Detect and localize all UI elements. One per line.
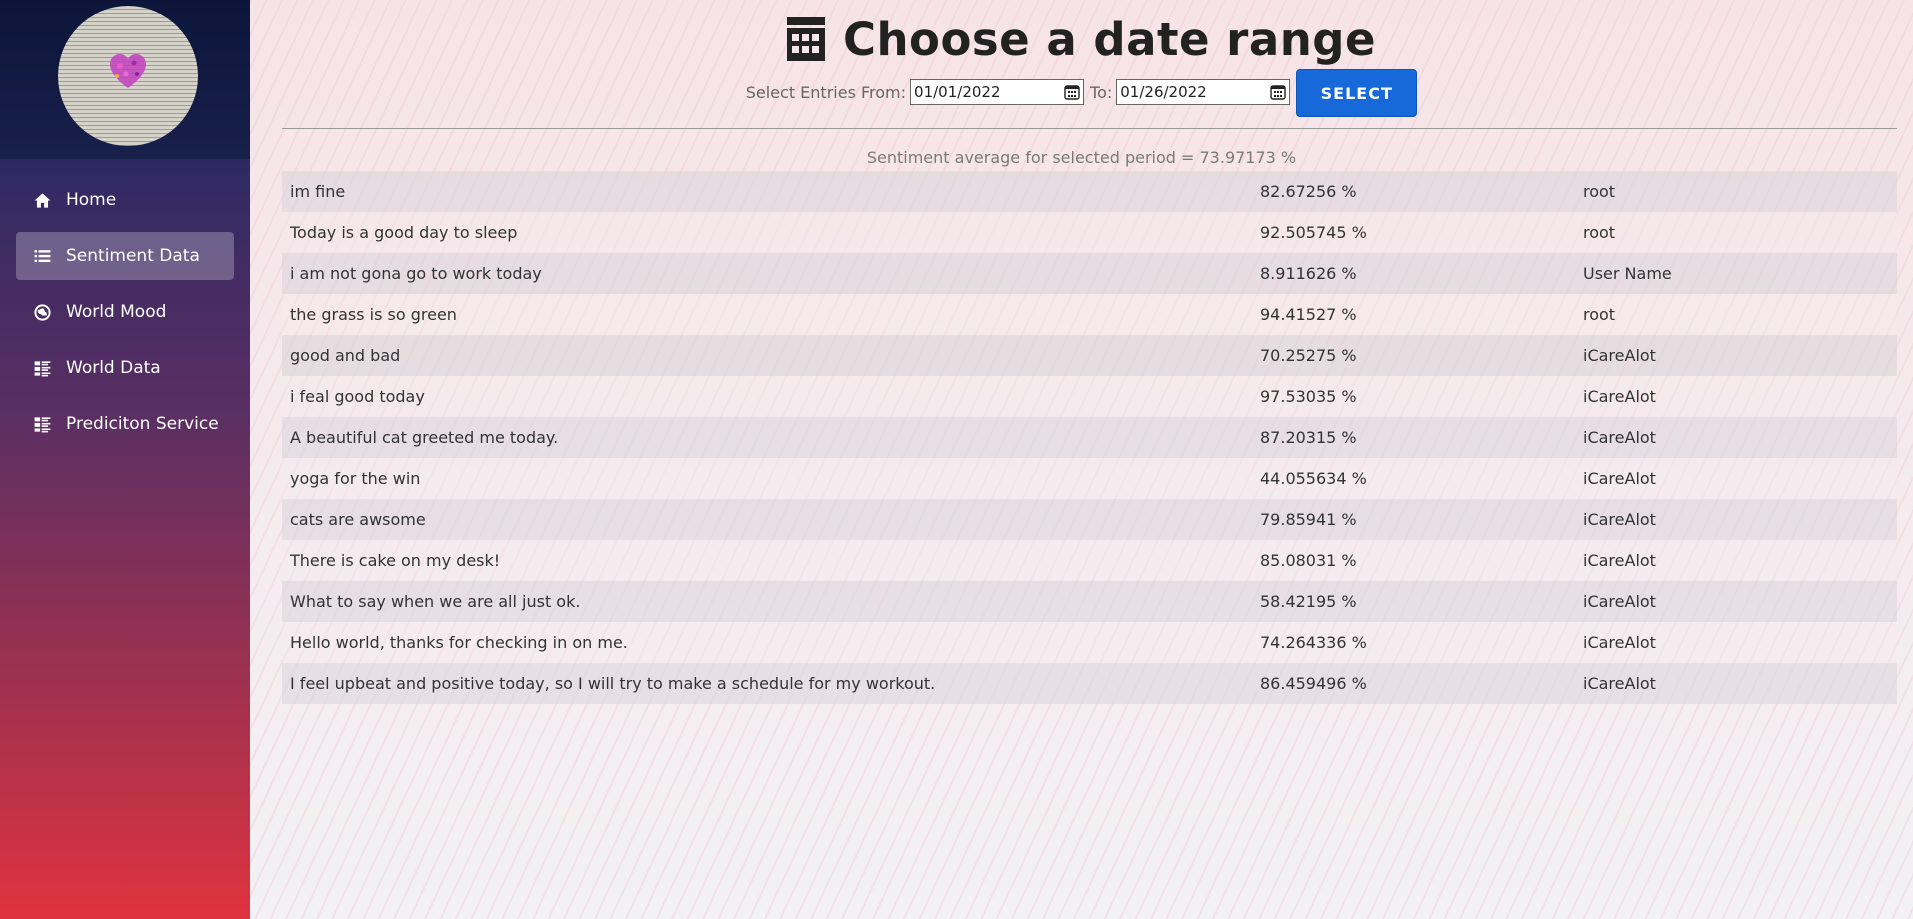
from-date-input[interactable]: 01/01/2022 bbox=[910, 79, 1085, 105]
sentiment-table: im fine 82.67256 % root Today is a good day… bbox=[282, 171, 1897, 704]
heart-icon bbox=[110, 54, 146, 88]
sentiment-score-cell: 85.08031 % bbox=[1260, 551, 1357, 570]
table-row: Today is a good day to sleep 92.505745 % r… bbox=[282, 212, 1897, 253]
sentiment-text-cell: Hello world, thanks for checking in on m… bbox=[290, 633, 628, 652]
header: Choose a date range bbox=[250, 8, 1913, 70]
date-picker-icon[interactable] bbox=[1270, 84, 1286, 100]
table-row: yoga for the win 44.055634 % iCareAlot bbox=[282, 458, 1897, 499]
sidebar-item-label: World Mood bbox=[66, 302, 167, 322]
sentiment-score-cell: 92.505745 % bbox=[1260, 223, 1367, 242]
to-label: To: bbox=[1090, 82, 1113, 102]
to-date-value: 01/26/2022 bbox=[1120, 83, 1207, 101]
user-cell: iCareAlot bbox=[1583, 469, 1656, 488]
grid-list-icon bbox=[32, 358, 52, 378]
sidebar-item-label: Sentiment Data bbox=[66, 246, 200, 266]
sidebar-item-prediction-service[interactable]: Prediciton Service bbox=[16, 400, 234, 448]
list-icon bbox=[32, 246, 52, 266]
sentiment-score-cell: 97.53035 % bbox=[1260, 387, 1357, 406]
sentiment-score-cell: 79.85941 % bbox=[1260, 510, 1357, 529]
table-row: cats are awsome 79.85941 % iCareAlot bbox=[282, 499, 1897, 540]
sentiment-score-cell: 87.20315 % bbox=[1260, 428, 1357, 447]
sidebar-item-world-data[interactable]: World Data bbox=[16, 344, 234, 392]
table-row: Hello world, thanks for checking in on m… bbox=[282, 622, 1897, 663]
table-row: im fine 82.67256 % root bbox=[282, 171, 1897, 212]
divider bbox=[282, 128, 1897, 129]
sentiment-text-cell: What to say when we are all just ok. bbox=[290, 592, 581, 611]
user-cell: iCareAlot bbox=[1583, 346, 1656, 365]
sidebar-item-world-mood[interactable]: World Mood bbox=[16, 288, 234, 336]
sentiment-text-cell: There is cake on my desk! bbox=[290, 551, 501, 570]
table-row: i am not gona go to work today 8.911626 %… bbox=[282, 253, 1897, 294]
sentiment-text-cell: yoga for the win bbox=[290, 469, 421, 488]
user-cell: iCareAlot bbox=[1583, 428, 1656, 447]
table-row: I feel upbeat and positive today, so I w… bbox=[282, 663, 1897, 704]
sentiment-text-cell: the grass is so green bbox=[290, 305, 457, 324]
sentiment-text-cell: cats are awsome bbox=[290, 510, 426, 529]
sentiment-text-cell: good and bad bbox=[290, 346, 401, 365]
sidebar-item-label: World Data bbox=[66, 358, 161, 378]
user-cell: root bbox=[1583, 223, 1616, 242]
sidebar-item-sentiment-data[interactable]: Sentiment Data bbox=[16, 232, 234, 280]
sentiment-score-cell: 44.055634 % bbox=[1260, 469, 1367, 488]
sidebar-item-label: Prediciton Service bbox=[66, 414, 219, 434]
sentiment-average: Sentiment average for selected period = … bbox=[866, 148, 1297, 167]
sidebar-item-home[interactable]: Home bbox=[16, 176, 234, 224]
user-cell: iCareAlot bbox=[1583, 592, 1656, 611]
sentiment-score-cell: 86.459496 % bbox=[1260, 674, 1367, 693]
sidebar: Home Sentiment Data World Mood World Dat… bbox=[0, 0, 250, 919]
grid-list-icon bbox=[32, 414, 52, 434]
sentiment-score-cell: 94.41527 % bbox=[1260, 305, 1357, 324]
app-logo[interactable] bbox=[58, 6, 198, 146]
table-row: A beautiful cat greeted me today. 87.2031… bbox=[282, 417, 1897, 458]
date-range-form: Select Entries From: 01/01/2022 To: 01/2… bbox=[250, 67, 1913, 117]
title-row: Choose a date range bbox=[250, 8, 1913, 70]
table-row: the grass is so green 94.41527 % root bbox=[282, 294, 1897, 335]
sentiment-score-cell: 70.25275 % bbox=[1260, 346, 1357, 365]
user-cell: iCareAlot bbox=[1583, 387, 1656, 406]
table-row: What to say when we are all just ok. 58.4… bbox=[282, 581, 1897, 622]
page-title: Choose a date range bbox=[843, 12, 1376, 66]
sentiment-score-cell: 8.911626 % bbox=[1260, 264, 1357, 283]
sentiment-text-cell: i am not gona go to work today bbox=[290, 264, 542, 283]
sentiment-text-cell: I feel upbeat and positive today, so I w… bbox=[290, 674, 936, 693]
user-cell: iCareAlot bbox=[1583, 510, 1656, 529]
calendar-icon bbox=[787, 17, 825, 61]
from-date-value: 01/01/2022 bbox=[914, 83, 1001, 101]
sentiment-score-cell: 74.264336 % bbox=[1260, 633, 1367, 652]
home-icon bbox=[32, 190, 52, 210]
sentiment-score-cell: 58.42195 % bbox=[1260, 592, 1357, 611]
sentiment-text-cell: A beautiful cat greeted me today. bbox=[290, 428, 559, 447]
user-cell: iCareAlot bbox=[1583, 551, 1656, 570]
to-date-input[interactable]: 01/26/2022 bbox=[1116, 79, 1291, 105]
user-cell: root bbox=[1583, 305, 1616, 324]
select-button[interactable]: SELECT bbox=[1296, 69, 1418, 117]
user-cell: User Name bbox=[1583, 264, 1672, 283]
date-picker-icon[interactable] bbox=[1064, 84, 1080, 100]
sidebar-nav: Home Sentiment Data World Mood World Dat… bbox=[16, 176, 234, 456]
user-cell: iCareAlot bbox=[1583, 674, 1656, 693]
sentiment-text-cell: im fine bbox=[290, 182, 346, 201]
logo-area bbox=[0, 0, 250, 159]
sentiment-text-cell: i feal good today bbox=[290, 387, 425, 406]
from-label: Select Entries From: bbox=[745, 82, 907, 102]
sentiment-score-cell: 82.67256 % bbox=[1260, 182, 1357, 201]
sentiment-text-cell: Today is a good day to sleep bbox=[290, 223, 518, 242]
globe-icon bbox=[32, 302, 52, 322]
sidebar-item-label: Home bbox=[66, 190, 117, 210]
user-cell: iCareAlot bbox=[1583, 633, 1656, 652]
table-row: good and bad 70.25275 % iCareAlot bbox=[282, 335, 1897, 376]
main-content: Choose a date range Select Entries From:… bbox=[250, 0, 1913, 919]
user-cell: root bbox=[1583, 182, 1616, 201]
table-row: There is cake on my desk! 85.08031 % iCare… bbox=[282, 540, 1897, 581]
table-row: i feal good today 97.53035 % iCareAlot bbox=[282, 376, 1897, 417]
